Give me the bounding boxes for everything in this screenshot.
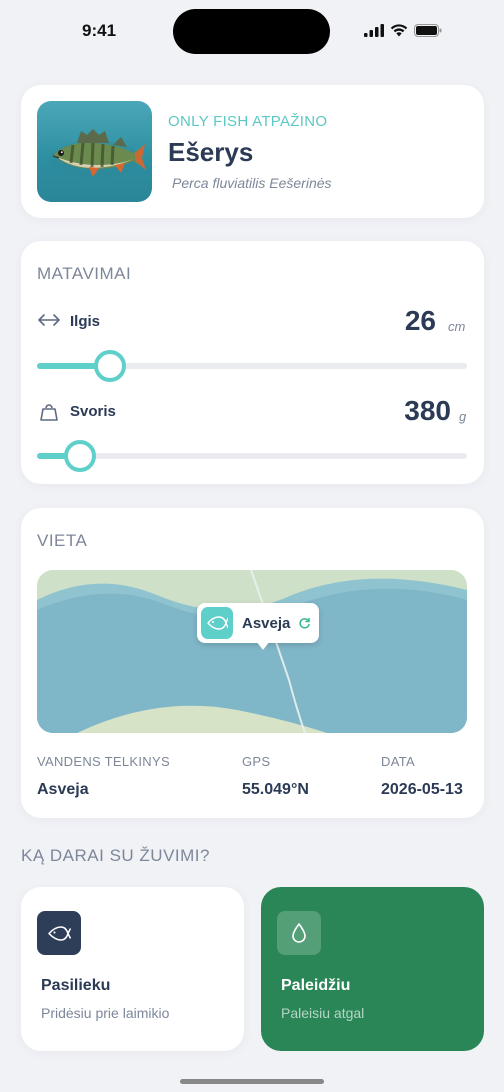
pin-tail xyxy=(256,641,270,650)
weight-slider-thumb[interactable] xyxy=(64,440,96,472)
water-body-key: VANDENS TELKINYS xyxy=(37,754,170,769)
system-icons xyxy=(364,24,442,37)
date-key: DATA xyxy=(381,754,415,769)
home-indicator[interactable] xyxy=(180,1079,324,1084)
map-background xyxy=(37,570,467,733)
status-bar: 9:41 xyxy=(0,0,504,64)
signal-icon xyxy=(364,24,384,37)
keep-subtitle: Pridėsiu prie laimikio xyxy=(41,1005,170,1021)
location-card: VIETA Asveja VANDENS TELKINYS Asveja GPS… xyxy=(21,508,484,818)
measurements-title: MATAVIMAI xyxy=(37,264,132,283)
water-body-info: VANDENS TELKINYS Asveja xyxy=(37,754,170,799)
fish-name: Ešerys xyxy=(168,137,254,167)
pin-fish-icon xyxy=(201,607,233,639)
release-subtitle: Paleisiu atgal xyxy=(281,1005,365,1021)
length-arrows-icon xyxy=(37,313,61,332)
release-button[interactable]: Paleidžiu Paleisiu atgal xyxy=(261,887,484,1051)
length-unit: cm xyxy=(448,319,466,334)
perch-image xyxy=(49,129,146,177)
weight-label: Svoris xyxy=(70,403,116,420)
dynamic-island xyxy=(173,9,330,54)
map-view[interactable]: Asveja xyxy=(37,570,467,733)
weight-slider[interactable] xyxy=(37,440,467,472)
length-slider-thumb[interactable] xyxy=(94,350,127,382)
battery-icon xyxy=(414,24,442,37)
keep-button[interactable]: Pasilieku Pridėsiu prie laimikio xyxy=(21,887,244,1051)
fish-card: ONLY FISH ATPAŽINO Ešerys Perca fluviati… xyxy=(21,85,484,218)
gps-info: GPS 55.049°N xyxy=(242,754,309,799)
weight-icon xyxy=(39,402,59,427)
weight-unit: g xyxy=(459,409,467,424)
length-label: Ilgis xyxy=(70,313,101,330)
length-value: 26 xyxy=(404,305,436,336)
length-slider[interactable] xyxy=(37,350,467,382)
keep-title: Pasilieku xyxy=(41,977,111,994)
water-body-value: Asveja xyxy=(37,781,89,798)
action-question: KĄ DARAI SU ŽUVIMI? xyxy=(21,846,210,865)
refresh-icon[interactable] xyxy=(298,617,311,630)
fish-latin-name: Perca fluviatilis Eešerinės xyxy=(172,175,332,191)
gps-value: 55.049°N xyxy=(242,781,309,798)
water-drop-icon xyxy=(277,911,321,955)
gps-key: GPS xyxy=(242,754,271,769)
fish-photo xyxy=(37,101,152,202)
location-title: VIETA xyxy=(37,531,88,550)
measurements-card: MATAVIMAI Ilgis 26 cm Svoris 380 g xyxy=(21,241,484,484)
pin-label: Asveja xyxy=(242,614,291,632)
fish-icon xyxy=(37,911,81,955)
location-pin[interactable]: Asveja xyxy=(197,603,319,650)
status-time: 9:41 xyxy=(82,21,117,40)
date-value: 2026-05-13 xyxy=(381,781,463,798)
release-title: Paleidžiu xyxy=(281,977,351,994)
recognized-label: ONLY FISH ATPAŽINO xyxy=(168,113,328,130)
date-info: DATA 2026-05-13 xyxy=(381,754,463,799)
weight-value: 380 xyxy=(404,395,451,426)
wifi-icon xyxy=(390,24,408,37)
